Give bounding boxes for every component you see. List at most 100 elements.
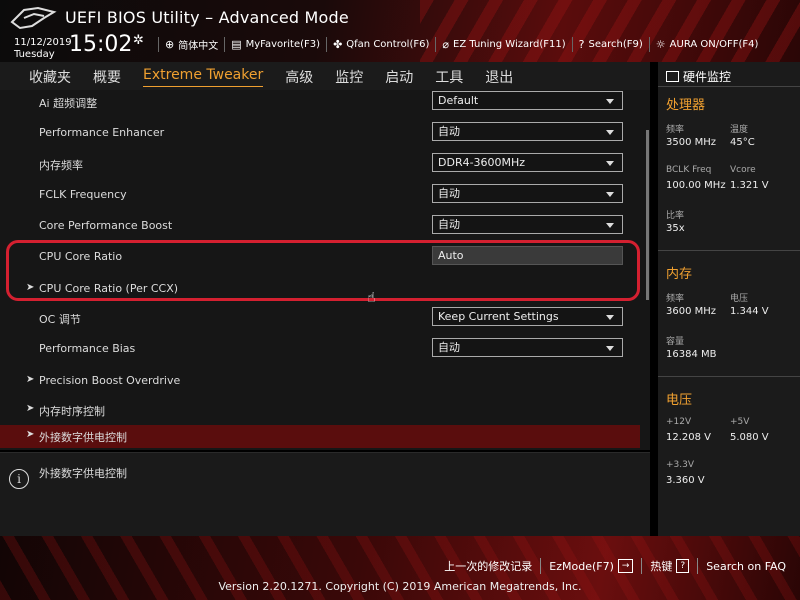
setting-select[interactable]: 自动 (432, 338, 623, 357)
chevron-right-icon: ➤ (26, 429, 35, 440)
tab-extreme-tweaker[interactable]: Extreme Tweaker (143, 67, 264, 87)
setting-select[interactable]: 自动 (432, 184, 623, 203)
setting-row[interactable]: Performance Enhancer 自动 (0, 121, 640, 147)
bclk-label: BCLK Freq (666, 165, 712, 175)
setting-select[interactable]: DDR4-3600MHz (432, 153, 623, 172)
chevron-down-icon (606, 192, 614, 197)
vcore-label: Vcore (730, 165, 756, 175)
submenu-label: 外接数字供电控制 (39, 431, 127, 444)
v33-label: +3.3V (666, 460, 695, 470)
aura-button[interactable]: ☼ AURA ON/OFF(F4) (648, 37, 765, 52)
last-modified-button[interactable]: 上一次的修改记录 (436, 558, 540, 574)
submenu-row[interactable]: ➤ Precision Boost Overdrive (0, 369, 640, 395)
hotkeys-button[interactable]: 热键? (641, 558, 697, 574)
chevron-down-icon (606, 346, 614, 351)
cpu-temp-value: 45°C (730, 137, 755, 148)
v12-label: +12V (666, 417, 692, 427)
tab-monitor[interactable]: 监控 (335, 67, 363, 87)
submenu-label: Precision Boost Overdrive (39, 374, 181, 387)
top-bar: UEFI BIOS Utility – Advanced Mode 11/12/… (0, 0, 800, 62)
help-icon: ? (676, 559, 690, 573)
v5-label: +5V (730, 417, 750, 427)
settings-panel: Ai 超频调整 Default Performance Enhancer 自动 … (0, 90, 650, 450)
submenu-row[interactable]: ➤ 内存时序控制 (0, 398, 640, 424)
clock: 15:02 (69, 32, 133, 57)
divider (658, 376, 800, 377)
ratio-label: 比率 (666, 211, 685, 221)
setting-label: OC 调节 (39, 313, 81, 326)
date-display: 11/12/2019 Tuesday (14, 37, 72, 61)
v5-value: 5.080 V (730, 432, 769, 443)
toolbar: ⊕ 简体中文 ▤ MyFavorite(F3) ✤ Qfan Control(F6) … (158, 37, 764, 52)
mem-volt-label: 电压 (730, 294, 749, 304)
help-panel: i 外接数字供电控制 (0, 452, 650, 536)
setting-label: 内存频率 (39, 159, 83, 172)
setting-label: Performance Enhancer (39, 126, 165, 139)
bclk-value: 100.00 MHz (666, 180, 726, 191)
setting-row[interactable]: Performance Bias 自动 (0, 337, 640, 363)
setting-row[interactable]: 内存频率 DDR4-3600MHz (0, 152, 640, 178)
chevron-down-icon (606, 315, 614, 320)
mem-freq-value: 3600 MHz (666, 306, 717, 317)
setting-row[interactable]: FCLK Frequency 自动 (0, 183, 640, 209)
tab-favorites[interactable]: 收藏夹 (29, 67, 71, 87)
ezmode-button[interactable]: EzMode(F7) → (540, 558, 641, 574)
chevron-down-icon (606, 99, 614, 104)
cpu-freq-label: 频率 (666, 125, 685, 135)
aura-icon: ☼ (655, 38, 666, 51)
tab-main[interactable]: 概要 (93, 67, 121, 87)
chevron-down-icon (606, 223, 614, 228)
setting-row[interactable]: Ai 超频调整 Default (0, 90, 640, 116)
tab-advanced[interactable]: 高级 (285, 67, 313, 87)
mem-volt-value: 1.344 V (730, 306, 769, 317)
mem-cap-value: 16384 MB (666, 349, 717, 360)
myfavorite-button[interactable]: ▤ MyFavorite(F3) (224, 37, 326, 52)
help-text: 外接数字供电控制 (39, 467, 127, 480)
setting-select[interactable]: Default (432, 91, 623, 110)
search-icon: ? (578, 38, 585, 51)
qfan-button[interactable]: ✤ Qfan Control(F6) (326, 37, 435, 52)
scrollbar[interactable] (646, 130, 649, 300)
menu-bar: 收藏夹 概要 Extreme Tweaker 高级 监控 启动 工具 退出 (0, 62, 650, 90)
exit-arrow-icon: → (617, 559, 634, 573)
footer-bar: 上一次的修改记录 EzMode(F7) → 热键? Search on FAQ V… (0, 536, 800, 600)
setting-row[interactable]: OC 调节 Keep Current Settings (0, 306, 640, 332)
chevron-right-icon: ➤ (26, 403, 35, 414)
gear-icon[interactable]: ✲ (133, 33, 144, 48)
setting-select[interactable]: Keep Current Settings (432, 307, 623, 326)
v12-value: 12.208 V (666, 432, 712, 443)
setting-label: Ai 超频调整 (39, 97, 98, 110)
wizard-icon: ⌀ (442, 38, 450, 51)
submenu-row-selected[interactable]: ➤ 外接数字供电控制 (0, 425, 640, 448)
tab-boot[interactable]: 启动 (385, 67, 413, 87)
tab-exit[interactable]: 退出 (485, 67, 513, 87)
cpu-freq-value: 3500 MHz (666, 137, 717, 148)
search-button[interactable]: ? Search(F9) (571, 37, 649, 52)
cpu-section-title: 处理器 (666, 98, 706, 113)
search-faq-button[interactable]: Search on FAQ (697, 558, 794, 574)
mem-cap-label: 容量 (666, 337, 685, 347)
weekday: Tuesday (14, 49, 55, 60)
ratio-value: 35x (666, 223, 685, 234)
submenu-label: 内存时序控制 (39, 405, 105, 418)
divider (658, 86, 800, 87)
setting-row[interactable]: Core Performance Boost 自动 (0, 214, 640, 240)
monitor-icon (666, 71, 679, 82)
annotation-highlight (6, 240, 640, 301)
fan-icon: ✤ (333, 38, 343, 51)
ez-tuning-button[interactable]: ⌀ EZ Tuning Wizard(F11) (435, 37, 571, 52)
setting-select[interactable]: 自动 (432, 122, 623, 141)
setting-label: Performance Bias (39, 342, 136, 355)
hw-monitor-title: 硬件监控 (666, 68, 731, 85)
app-title: UEFI BIOS Utility – Advanced Mode (65, 8, 349, 27)
setting-select[interactable]: 自动 (432, 215, 623, 234)
rog-logo-icon (10, 6, 57, 30)
setting-label: Core Performance Boost (39, 219, 173, 232)
tab-tool[interactable]: 工具 (435, 67, 463, 87)
divider (658, 250, 800, 251)
language-button[interactable]: ⊕ 简体中文 (158, 37, 224, 52)
version-text: Version 2.20.1271. Copyright (C) 2019 Am… (218, 580, 582, 593)
info-icon: i (9, 469, 29, 489)
mem-freq-label: 频率 (666, 294, 685, 304)
vcore-value: 1.321 V (730, 180, 769, 191)
